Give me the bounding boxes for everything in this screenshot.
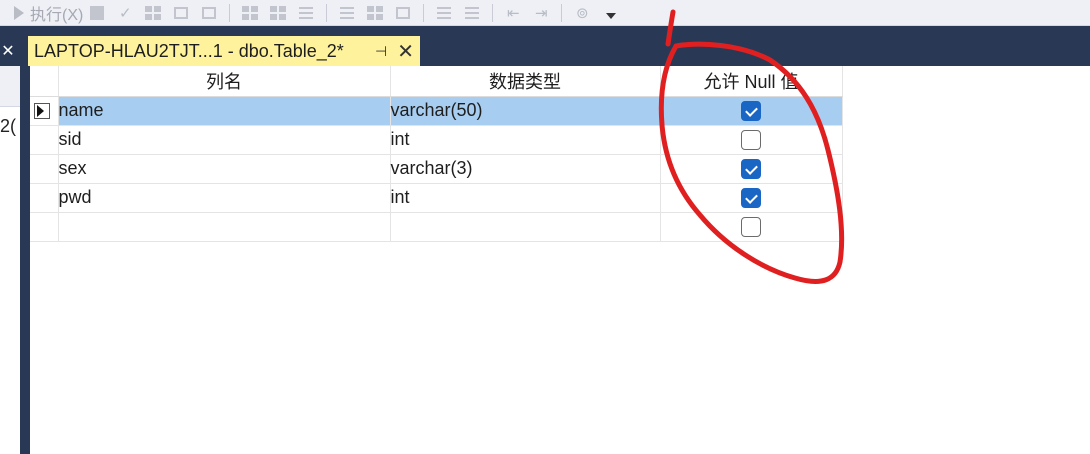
allow-null-cell (660, 154, 843, 184)
column-grid: 列名 数据类型 允许 Null 值 name varchar(50) sid int s… (30, 66, 843, 242)
pin-icon[interactable]: ⊣ (375, 43, 387, 60)
row-selector[interactable] (30, 125, 59, 155)
increase-indent-icon[interactable]: ⇥ (531, 3, 551, 23)
allow-null-cell (660, 212, 843, 242)
allow-null-checkbox[interactable] (741, 217, 761, 238)
column-name-cell[interactable]: pwd (58, 183, 391, 213)
comment-icon[interactable] (434, 3, 454, 23)
execute-label: 执行(X) (30, 6, 84, 24)
data-type-cell[interactable]: varchar(50) (390, 96, 661, 126)
data-type-cell[interactable]: int (390, 183, 661, 213)
table-row[interactable]: sex varchar(3) (30, 154, 843, 184)
table-row[interactable]: pwd int (30, 183, 843, 213)
column-name-cell[interactable] (58, 212, 391, 242)
column-name-cell[interactable]: sex (58, 154, 391, 184)
object-explorer-panel: 2( (0, 66, 20, 454)
allow-null-cell (660, 96, 843, 126)
header-data-type[interactable]: 数据类型 (390, 66, 661, 97)
check-syntax-icon[interactable]: ✓ (115, 3, 135, 23)
window-icon[interactable] (171, 3, 191, 23)
table-designer-grid: 列名 数据类型 允许 Null 值 name varchar(50) sid int s… (30, 66, 1090, 454)
chart-icon[interactable] (296, 3, 316, 23)
stop-icon[interactable] (87, 3, 107, 23)
column-name-cell[interactable]: sid (58, 125, 391, 155)
row-selector-header (30, 66, 59, 97)
row-selector[interactable] (30, 96, 59, 126)
toolbar-overflow-icon[interactable] (606, 12, 617, 19)
allow-null-checkbox[interactable] (741, 159, 761, 180)
query-toolbar: 执行(X) ✓ ⇤ ⇥ ⊚ (0, 0, 1090, 26)
table-row[interactable] (30, 212, 843, 242)
panel-toolbar (0, 66, 20, 107)
results-grid-icon[interactable] (365, 3, 385, 23)
data-type-cell[interactable] (390, 212, 661, 242)
header-allow-null[interactable]: 允许 Null 值 (660, 66, 843, 97)
specify-values-icon[interactable]: ⊚ (572, 3, 592, 23)
execute-button[interactable]: 执行(X) (14, 1, 83, 25)
toolbar-separator (423, 3, 425, 22)
allow-null-cell (660, 183, 843, 213)
close-icon[interactable]: ✕ (0, 40, 16, 64)
panel-splitter[interactable] (20, 66, 30, 454)
toolbar-separator (561, 3, 563, 22)
plan-icon[interactable] (240, 3, 260, 23)
close-tab-icon[interactable]: ✕ (397, 39, 414, 64)
allow-null-cell (660, 125, 843, 155)
tab-title: LAPTOP-HLAU2TJT...1 - dbo.Table_2* (34, 40, 344, 61)
allow-null-checkbox[interactable] (741, 188, 761, 209)
results-text-icon[interactable] (337, 3, 357, 23)
play-icon (14, 5, 24, 20)
toolbar-separator (492, 3, 494, 22)
allow-null-checkbox[interactable] (741, 130, 761, 151)
table-row[interactable]: sid int (30, 125, 843, 155)
tree-icon[interactable] (143, 3, 163, 23)
toolbar-separator (229, 3, 231, 22)
panel-partial-text: 2( (0, 116, 17, 136)
table-row[interactable]: name varchar(50) (30, 96, 843, 126)
row-selector[interactable] (30, 183, 59, 213)
header-column-name[interactable]: 列名 (58, 66, 391, 97)
row-selector[interactable] (30, 154, 59, 184)
column-name-cell[interactable]: name (58, 96, 391, 126)
allow-null-checkbox[interactable] (741, 101, 761, 122)
results-file-icon[interactable] (393, 3, 413, 23)
data-type-cell[interactable]: int (390, 125, 661, 155)
data-type-cell[interactable]: varchar(3) (390, 154, 661, 184)
current-row-icon (34, 103, 50, 120)
row-selector[interactable] (30, 212, 59, 242)
tab-table-designer[interactable]: LAPTOP-HLAU2TJT...1 - dbo.Table_2* ⊣ ✕ (28, 36, 420, 66)
uncomment-icon[interactable] (462, 3, 482, 23)
toolbar-separator (326, 3, 328, 22)
stats-icon[interactable] (268, 3, 288, 23)
decrease-indent-icon[interactable]: ⇤ (503, 3, 523, 23)
save-icon[interactable] (199, 3, 219, 23)
